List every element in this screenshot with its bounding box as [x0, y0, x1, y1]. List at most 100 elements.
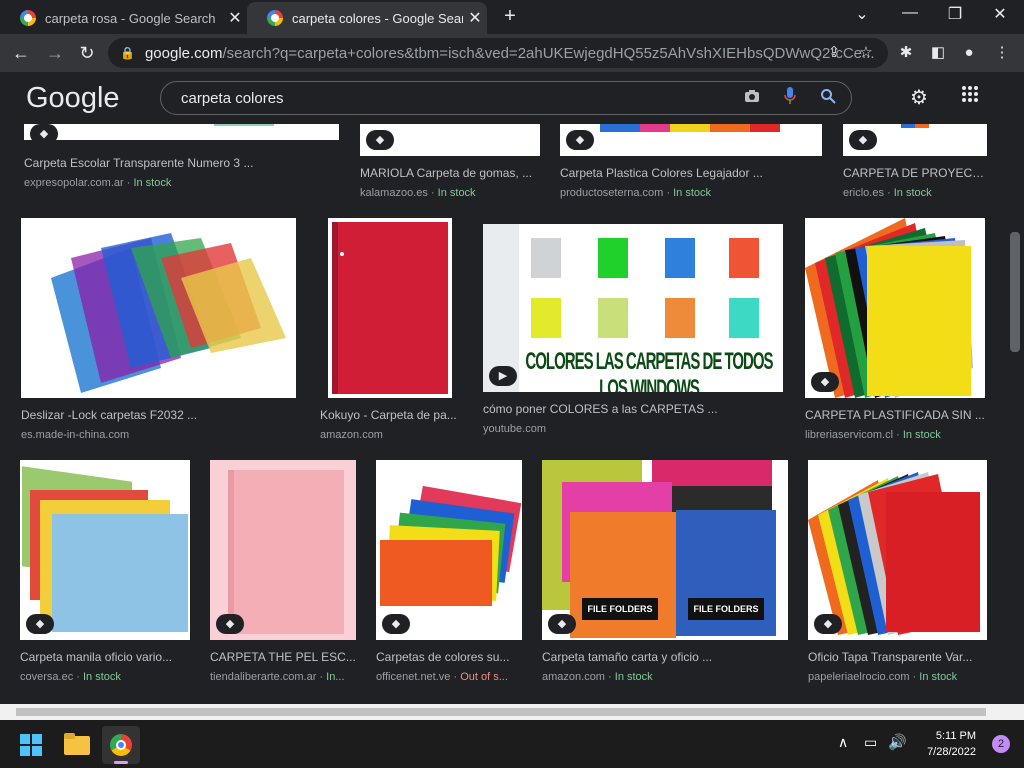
horizontal-scrollbar[interactable]	[0, 704, 1024, 720]
result-title[interactable]: Carpeta Escolar Transparente Numero 3 ..…	[24, 156, 339, 170]
stock-status: In stock	[437, 187, 476, 199]
result-title[interactable]: Kokuyo - Carpeta de pa...	[320, 408, 460, 422]
shopping-tag-icon: ◆	[814, 614, 842, 634]
forward-arrow-icon[interactable]: →	[42, 40, 68, 66]
product-label: FILE FOLDERS	[688, 598, 764, 620]
result-meta: coversa.ec · In stock	[20, 671, 121, 683]
system-clock[interactable]: 5:11 PM 7/28/2022	[927, 728, 976, 760]
scrollbar-thumb[interactable]	[16, 708, 986, 716]
result-card[interactable]: ◆ Carpetas de colores su... officenet.ne…	[376, 460, 522, 683]
tray-chevron-up-icon[interactable]: ∧	[838, 734, 848, 751]
result-card[interactable]: ◆ Carpeta Plastica Colores Legajador ...…	[560, 124, 822, 199]
extensions-puzzle-icon[interactable]: ✱	[896, 43, 916, 63]
result-card[interactable]: ◆ Oficio Tapa Transparente Var... papele…	[808, 460, 987, 683]
result-card[interactable]: FILE FOLDERS FILE FOLDERS ◆ Carpeta tama…	[542, 460, 788, 683]
share-icon[interactable]: ⇪	[824, 43, 844, 63]
result-title[interactable]: Carpeta tamaño carta y oficio ...	[542, 650, 788, 664]
result-image[interactable]: ◆	[843, 124, 987, 156]
chrome-taskbar-icon[interactable]	[102, 726, 140, 764]
close-tab-icon[interactable]: ✕	[463, 8, 487, 28]
shopping-tag-icon: ◆	[566, 130, 594, 150]
bookmark-star-icon[interactable]: ☆	[856, 43, 876, 63]
search-box[interactable]: carpeta colores	[160, 81, 852, 115]
browser-toolbar: ← → ↻ 🔒 google.com/search?q=carpeta+colo…	[0, 34, 1024, 72]
address-bar[interactable]: 🔒 google.com/search?q=carpeta+colores&tb…	[108, 38, 888, 68]
result-card[interactable]: ◆ Carpeta manila oficio vario... coversa…	[20, 460, 190, 683]
result-source: expresopolar.com.ar	[24, 177, 124, 189]
close-window-button[interactable]: ✕	[980, 4, 1020, 24]
result-image	[21, 218, 296, 398]
close-tab-icon[interactable]: ✕	[223, 8, 247, 28]
result-source: youtube.com	[483, 423, 546, 435]
result-card[interactable]: Kokuyo - Carpeta de pa... amazon.com	[320, 218, 460, 441]
volume-icon[interactable]: 🔊	[888, 733, 907, 751]
result-meta: expresopolar.com.ar · In stock	[24, 177, 172, 189]
apps-grid-icon[interactable]	[957, 85, 983, 109]
result-title[interactable]: Deslizar -Lock carpetas F2032 ...	[21, 408, 296, 422]
result-title[interactable]: CARPETA PLASTIFICADA SIN ...	[805, 408, 985, 422]
result-title[interactable]: Oficio Tapa Transparente Var...	[808, 650, 987, 664]
result-meta: productoseterna.com · In stock	[560, 187, 712, 199]
minimize-button[interactable]: —	[890, 4, 930, 22]
result-card[interactable]: ◆ MARIOLA Carpeta de gomas, ... kalamazo…	[360, 124, 540, 199]
google-logo[interactable]: Google	[26, 82, 120, 115]
camera-search-icon[interactable]	[737, 89, 767, 108]
result-title[interactable]: CARPETA THE PEL ESC...	[210, 650, 356, 664]
settings-gear-icon[interactable]: ⚙	[906, 85, 932, 110]
result-title[interactable]: cómo poner COLORES a las CARPETAS ...	[483, 402, 783, 416]
result-image: ◆	[376, 460, 522, 640]
result-image[interactable]: ◆	[24, 124, 339, 146]
search-input[interactable]: carpeta colores	[181, 90, 737, 107]
google-header: Google carpeta colores ⚙	[0, 72, 1024, 124]
shopping-tag-icon: ◆	[548, 614, 576, 634]
microphone-icon[interactable]	[775, 86, 805, 110]
browser-menu-icon[interactable]: ⋮	[992, 43, 1012, 63]
result-meta: ericlo.es · In stock	[843, 187, 932, 199]
result-image[interactable]: ◆	[360, 124, 540, 156]
result-card[interactable]: ◆ CARPETA PLASTIFICADA SIN ... librerias…	[805, 218, 985, 441]
stock-status: In...	[326, 671, 345, 683]
taskbar: ∧ ▭ 🔊 5:11 PM 7/28/2022 2	[0, 720, 1024, 768]
search-icon[interactable]	[813, 88, 843, 109]
result-image[interactable]: ◆	[560, 124, 822, 156]
result-meta: libreriaservicom.cl · In stock	[805, 429, 941, 441]
result-meta: kalamazoo.es · In stock	[360, 187, 476, 199]
result-image: FILE FOLDERS FILE FOLDERS ◆	[542, 460, 788, 640]
result-card[interactable]: ◆ CARPETA THE PEL ESC... tiendaliberarte…	[210, 460, 356, 683]
result-meta: tiendaliberarte.com.ar · In...	[210, 671, 345, 683]
profile-icon[interactable]: ●	[959, 43, 979, 63]
tab-carpeta-colores[interactable]: carpeta colores - Google Search ✕	[247, 2, 487, 34]
result-source: amazon.com	[542, 671, 605, 683]
new-tab-button[interactable]: +	[498, 5, 522, 28]
result-title[interactable]: Carpeta Plastica Colores Legajador ...	[560, 166, 822, 180]
side-panel-icon[interactable]: ◧	[928, 43, 948, 63]
reload-icon[interactable]: ↻	[74, 40, 100, 66]
scrollbar-thumb[interactable]	[1010, 232, 1020, 352]
network-icon[interactable]: ▭	[864, 734, 877, 751]
back-arrow-icon[interactable]: ←	[8, 40, 34, 66]
result-title[interactable]: MARIOLA Carpeta de gomas, ...	[360, 166, 540, 180]
tab-carpeta-rosa[interactable]: carpeta rosa - Google Search ✕	[0, 2, 247, 34]
tab-search-chevron-icon[interactable]: ⌄	[842, 4, 882, 24]
result-title[interactable]: Carpetas de colores su...	[376, 650, 522, 664]
file-explorer-icon[interactable]	[64, 733, 90, 755]
shopping-tag-icon: ◆	[366, 130, 394, 150]
result-card[interactable]: Deslizar -Lock carpetas F2032 ... es.mad…	[21, 218, 296, 441]
play-video-icon: ▶	[489, 366, 517, 386]
result-title[interactable]: Carpeta manila oficio vario...	[20, 650, 190, 664]
windows-start-icon[interactable]	[20, 734, 42, 756]
result-card[interactable]: ◆ CARPETA DE PROYECT... ericlo.es · In s…	[843, 124, 987, 199]
restore-button[interactable]: ❐	[935, 4, 975, 24]
result-source: tiendaliberarte.com.ar	[210, 671, 317, 683]
shopping-tag-icon: ◆	[811, 372, 839, 392]
url-host: google.com	[144, 44, 223, 62]
notification-badge[interactable]: 2	[992, 735, 1010, 753]
result-card[interactable]: ◆ Carpeta Escolar Transparente Numero 3 …	[24, 124, 339, 189]
result-title[interactable]: CARPETA DE PROYECT...	[843, 166, 987, 180]
vertical-scrollbar[interactable]	[1006, 72, 1024, 704]
result-card[interactable]: COLORES LAS CARPETAS DE TODOS LOS WINDOW…	[483, 224, 783, 435]
tab-title: carpeta colores - Google Search	[292, 10, 463, 26]
result-meta: youtube.com	[483, 423, 783, 435]
stock-status: In stock	[919, 671, 958, 683]
url-path: /search?q=carpeta+colores&tbm=isch&ved=2…	[222, 44, 875, 62]
